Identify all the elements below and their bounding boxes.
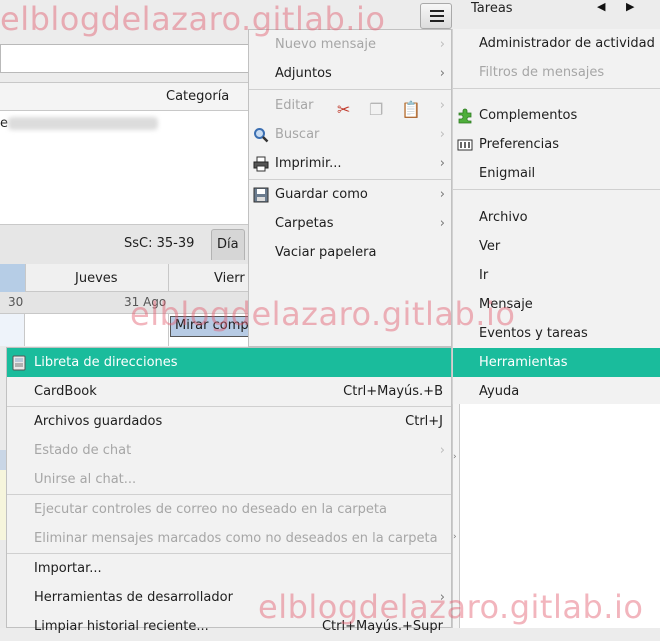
menu-item-activity-manager[interactable]: Administrador de actividad bbox=[453, 29, 660, 58]
puzzle-icon bbox=[458, 108, 472, 124]
menu-item-view[interactable]: Ver bbox=[453, 232, 660, 261]
menu-item-go[interactable]: Ir bbox=[453, 261, 660, 290]
chevron-right-icon: › bbox=[439, 127, 445, 142]
calendar-day-headers bbox=[0, 264, 250, 292]
day-header-thursday: Jueves bbox=[75, 271, 118, 286]
chevron-right-icon: › bbox=[439, 37, 445, 52]
search-input[interactable] bbox=[0, 44, 250, 73]
chevron-right-icon: › bbox=[439, 187, 445, 202]
app-menu: Nuevo mensaje › Adjuntos › Editar › ✂ ❐ 📋 … bbox=[248, 29, 452, 347]
address-book-icon bbox=[12, 355, 26, 371]
menu-item-message-filters[interactable]: Filtros de mensajes bbox=[453, 58, 660, 87]
shortcut-label: Ctrl+Mayús.+B bbox=[343, 384, 443, 399]
menu-item-cardbook[interactable]: CardBook Ctrl+Mayús.+B bbox=[7, 377, 451, 406]
menu-item-delete-junk[interactable]: Eliminar mensajes marcados como no desea… bbox=[7, 524, 451, 553]
week-number-label: SsC: 35-39 bbox=[124, 236, 195, 251]
chevron-right-icon: › bbox=[439, 590, 445, 605]
menu-item-run-junk-controls[interactable]: Ejecutar controles de correo no deseado … bbox=[7, 495, 451, 524]
menu-item-print[interactable]: Imprimir... › bbox=[249, 149, 451, 178]
blurred-message-subject bbox=[8, 117, 158, 130]
menu-item-help[interactable]: Ayuda bbox=[453, 377, 660, 406]
calendar-event[interactable]: Mirar comp bbox=[170, 316, 250, 337]
menu-item-address-book[interactable]: Libreta de direcciones bbox=[7, 348, 451, 377]
category-column-header[interactable]: Categoría bbox=[166, 89, 229, 104]
chevron-right-icon: › bbox=[439, 98, 445, 113]
menu-item-edit[interactable]: Editar › ✂ ❐ 📋 bbox=[249, 91, 451, 120]
app-menu-right-column: Administrador de actividad Filtros de me… bbox=[452, 29, 660, 404]
tab-day-label: Día bbox=[217, 237, 239, 252]
message-list-header: Categoría bbox=[0, 82, 250, 111]
date-30: 30 bbox=[8, 295, 24, 309]
menu-item-saved-files[interactable]: Archivos guardados Ctrl+J bbox=[7, 407, 451, 436]
menu-item-file[interactable]: Archivo bbox=[453, 203, 660, 232]
chevron-right-icon: › bbox=[439, 216, 445, 231]
chevron-right-icon: › bbox=[439, 443, 445, 458]
hamburger-menu-icon[interactable] bbox=[420, 3, 452, 29]
menu-item-clear-history[interactable]: Limpiar historial reciente... Ctrl+Mayús… bbox=[7, 612, 451, 641]
menu-item-tools[interactable]: Herramientas bbox=[453, 348, 660, 377]
calendar-date-row: 30 31 Ago bbox=[0, 292, 250, 314]
date-31-aug: 31 Ago bbox=[124, 295, 167, 309]
prev-arrow-icon[interactable]: ◀ bbox=[597, 0, 605, 13]
menu-item-message[interactable]: Mensaje bbox=[453, 290, 660, 319]
menu-item-new-message[interactable]: Nuevo mensaje › bbox=[249, 30, 451, 59]
menu-item-enigmail[interactable]: Enigmail bbox=[453, 159, 660, 188]
menu-item-preferences[interactable]: Preferencias bbox=[453, 130, 660, 159]
tab-day[interactable]: Día bbox=[211, 229, 245, 260]
menu-item-chat-status[interactable]: Estado de chat › bbox=[7, 436, 451, 465]
search-icon bbox=[254, 128, 269, 143]
next-arrow-icon[interactable]: ▶ bbox=[626, 0, 634, 13]
menu-item-join-chat[interactable]: Unirse al chat... bbox=[7, 465, 451, 494]
menu-item-developer-tools[interactable]: Herramientas de desarrollador › bbox=[7, 583, 451, 612]
menu-item-save-as[interactable]: Guardar como › bbox=[249, 180, 451, 209]
chevron-right-icon: › bbox=[439, 156, 445, 171]
message-row-text: e bbox=[0, 116, 8, 131]
menu-item-search[interactable]: Buscar › bbox=[249, 120, 451, 149]
day-header-friday: Vierr bbox=[214, 271, 245, 286]
menu-item-folders[interactable]: Carpetas › bbox=[249, 209, 451, 238]
shortcut-label: Ctrl+J bbox=[405, 414, 443, 429]
chevron-right-icon: › bbox=[439, 66, 445, 81]
menu-item-attachments[interactable]: Adjuntos › bbox=[249, 59, 451, 88]
save-icon bbox=[253, 187, 269, 203]
printer-icon bbox=[253, 156, 269, 172]
shortcut-label: Ctrl+Mayús.+Supr bbox=[321, 619, 443, 634]
preferences-icon bbox=[457, 139, 473, 151]
menu-item-events-tasks[interactable]: Eventos y tareas bbox=[453, 319, 660, 348]
tasks-label: Tareas bbox=[471, 1, 513, 16]
menu-item-empty-trash[interactable]: Vaciar papelera bbox=[249, 238, 451, 267]
menu-item-import[interactable]: Importar... bbox=[7, 554, 451, 583]
tools-submenu: Libreta de direcciones CardBook Ctrl+May… bbox=[6, 347, 452, 634]
menu-item-addons[interactable]: Complementos bbox=[453, 101, 660, 130]
